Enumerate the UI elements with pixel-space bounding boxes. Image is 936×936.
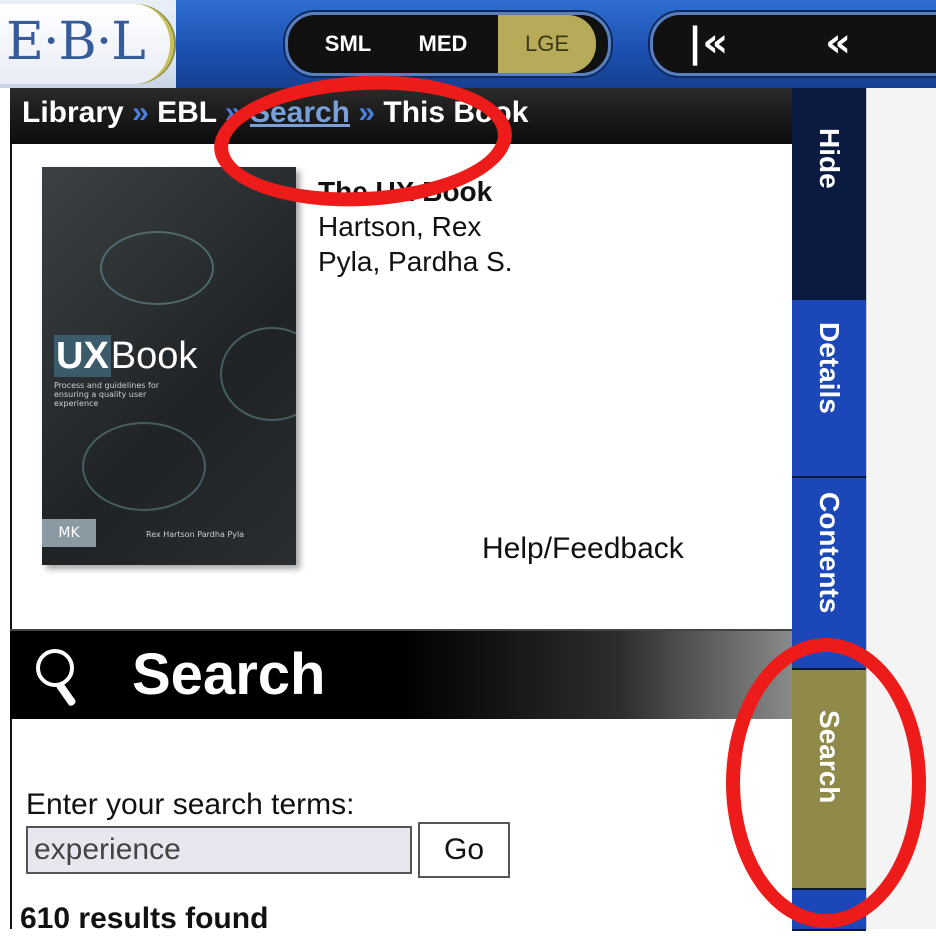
- cover-sketch: [82, 422, 206, 511]
- page-navigation: |« «: [650, 12, 936, 76]
- tab-details-label: Details: [814, 322, 845, 414]
- breadcrumb: Library » EBL » Search » This Book: [10, 88, 792, 144]
- cover-authors: Rex Hartson Pardha Pyla: [146, 530, 245, 539]
- breadcrumb-separator: »: [132, 96, 149, 129]
- breadcrumb-separator: »: [224, 96, 242, 129]
- publisher-logo: MK: [42, 519, 96, 547]
- tab-contents[interactable]: Contents: [792, 478, 866, 670]
- tab-more[interactable]: [792, 890, 866, 931]
- search-input[interactable]: [26, 826, 412, 874]
- logo-text: E·B·L: [6, 12, 146, 72]
- breadcrumb-library[interactable]: Library: [22, 96, 124, 129]
- book-title: The UX Book: [318, 176, 493, 207]
- tab-contents-label: Contents: [814, 492, 845, 614]
- results-count: 610 results found: [20, 902, 269, 935]
- cover-title: UXBook: [54, 335, 198, 377]
- previous-page-icon: «: [825, 20, 851, 66]
- page-margin: [866, 88, 936, 929]
- tab-hide[interactable]: Hide: [792, 88, 866, 300]
- panel-border: [10, 144, 12, 929]
- search-panel-header: Search: [10, 629, 792, 719]
- top-toolbar: E·B·L SML MED LGE |« «: [0, 0, 936, 88]
- size-small-button[interactable]: SML: [308, 15, 388, 73]
- book-author: Pyla, Pardha S.: [318, 246, 513, 277]
- cover-tagline: Process and guidelines for ensuring a qu…: [54, 381, 160, 408]
- search-label: Enter your search terms:: [26, 788, 355, 821]
- size-large-button[interactable]: LGE: [498, 15, 596, 73]
- text-size-switcher: SML MED LGE: [285, 12, 611, 76]
- previous-page-button[interactable]: «: [803, 15, 873, 73]
- cover-sketch: [100, 231, 214, 305]
- tab-search[interactable]: Search: [792, 670, 866, 890]
- first-page-button[interactable]: |«: [673, 15, 743, 73]
- magnifier-icon-handle: [55, 681, 77, 707]
- magnifier-icon: [36, 649, 74, 687]
- size-medium-button[interactable]: MED: [398, 15, 488, 73]
- help-feedback-link[interactable]: Help/Feedback: [482, 532, 684, 566]
- book-cover: UXBook Process and guidelines for ensuri…: [42, 167, 296, 565]
- cover-sketch: [220, 327, 296, 421]
- go-button[interactable]: Go: [418, 822, 510, 878]
- breadcrumb-separator: »: [358, 96, 376, 129]
- ebl-logo: E·B·L: [0, 4, 174, 84]
- tab-hide-label: Hide: [814, 128, 845, 189]
- tab-details[interactable]: Details: [792, 300, 866, 478]
- breadcrumb-search-link[interactable]: Search: [250, 96, 350, 129]
- first-page-icon: |«: [687, 20, 729, 66]
- breadcrumb-ebl[interactable]: EBL: [157, 96, 216, 129]
- book-author: Hartson, Rex: [318, 211, 482, 242]
- tab-search-label: Search: [814, 710, 845, 804]
- search-heading: Search: [132, 642, 326, 707]
- breadcrumb-this-book: This Book: [383, 96, 529, 129]
